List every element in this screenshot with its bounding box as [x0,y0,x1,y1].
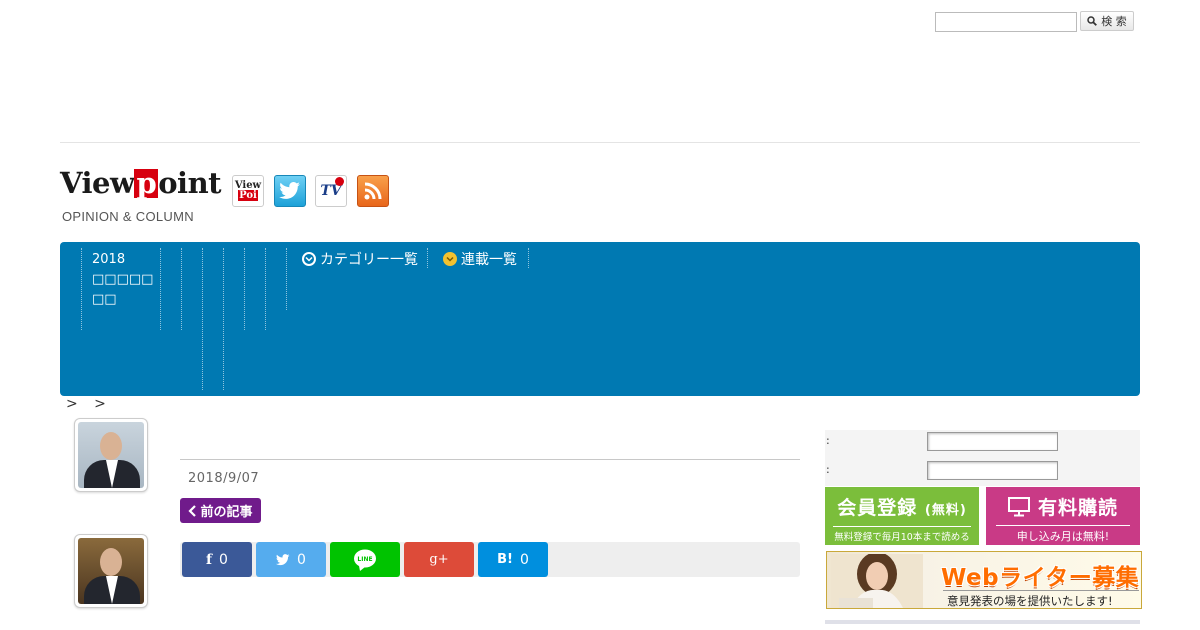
hatena-bookmark-share-button[interactable]: B! 0 [478,542,548,577]
search-icon [1087,16,1098,26]
chevron-down-icon [302,252,316,266]
logo-text-start: View [60,166,135,200]
logo-text-end: oint [158,166,222,200]
search-button-label: 検 索 [1101,15,1127,28]
nav-separator [427,248,428,268]
author-avatar[interactable] [74,534,148,608]
twitter-icon[interactable] [274,175,306,207]
article-divider [180,459,800,460]
tv-icon-dot [335,177,344,186]
hatena-share-count: 0 [519,551,529,568]
nav-item-categories[interactable]: カテゴリー一覧 [302,249,418,269]
hatena-bookmark-icon: B! [497,552,513,567]
member-banner-subtitle: 無料登録で毎月10本まで読める [833,526,971,543]
svg-text:LINE: LINE [357,556,372,563]
twitter-share-button[interactable]: 0 [256,542,326,577]
google-plus-share-button[interactable]: g+ [404,542,474,577]
main-navigation [60,242,1140,396]
logo-tagline: OPINION & COLUMN [62,209,194,224]
sidebar-divider [825,620,1140,624]
nav-separator [244,248,245,330]
facebook-share-count: 0 [219,551,228,568]
paid-banner-subtitle: 申し込み月は無料! [996,525,1130,544]
chevron-left-icon [188,504,197,517]
breadcrumb: > > [66,396,112,412]
search-button[interactable]: 検 索 [1080,11,1134,31]
article-date: 2018/9/07 [188,471,260,486]
logo-text-highlight: p [134,166,159,200]
author-avatar[interactable] [74,418,148,492]
search-input[interactable] [935,12,1077,32]
paid-banner-title: 有料購読 [986,493,1140,520]
monitor-icon [1007,496,1030,516]
line-icon: LINE [354,549,376,571]
login-id-label: : [826,434,830,447]
previous-article-label: 前の記事 [200,505,253,520]
viewpoint-facebook-icon[interactable]: View Poi [232,175,264,207]
login-id-field[interactable] [927,432,1058,451]
nav-separator [265,248,266,330]
writer-banner-subtitle: 意見発表の場を提供いたします! [943,590,1139,609]
viewpoint-icon-text-bottom: Poi [238,190,258,201]
rss-icon[interactable] [357,175,389,207]
nav-separator [160,248,161,330]
woman-writing-image [831,554,923,608]
facebook-share-button[interactable]: f 0 [182,542,252,577]
twitter-bird-icon [279,182,300,199]
line-share-button[interactable]: LINE [330,542,400,577]
paid-subscription-banner[interactable]: 有料購読 申し込み月は無料! [986,487,1140,545]
nav-separator [202,248,203,390]
author-photo [78,422,144,488]
google-plus-icon: g+ [429,552,449,567]
member-registration-banner[interactable]: 会員登録 (無料) 無料登録で毎月10本まで読める [825,487,979,545]
header-divider [60,142,1140,143]
login-password-label: : [826,463,830,476]
previous-article-button[interactable]: 前の記事 [180,498,261,523]
twitter-share-count: 0 [297,551,306,568]
author-photo [78,538,144,604]
facebook-icon: f [206,551,213,568]
nav-separator [181,248,182,330]
nav-item-categories-label: カテゴリー一覧 [320,252,418,268]
nav-separator [223,248,224,390]
web-writer-recruitment-banner[interactable]: Webライター募集 意見発表の場を提供いたします! [826,551,1142,609]
site-logo[interactable]: Viewpoint [60,166,222,200]
nav-separator [286,248,287,310]
nav-separator [81,248,82,330]
chevron-down-icon [443,252,457,266]
nav-date-label[interactable]: 2018 □□□□□ □□ [92,250,153,310]
twitter-icon [276,553,290,565]
member-banner-title: 会員登録 (無料) [837,497,967,519]
nav-item-series[interactable]: 連載一覧 [443,249,517,269]
nav-separator [528,248,529,268]
login-password-field[interactable] [927,461,1058,480]
rss-feed-icon [364,182,382,200]
writer-banner-title: Webライター募集 [941,565,1140,591]
nav-item-series-label: 連載一覧 [461,252,517,268]
tv-facebook-icon[interactable]: TV [315,175,347,207]
